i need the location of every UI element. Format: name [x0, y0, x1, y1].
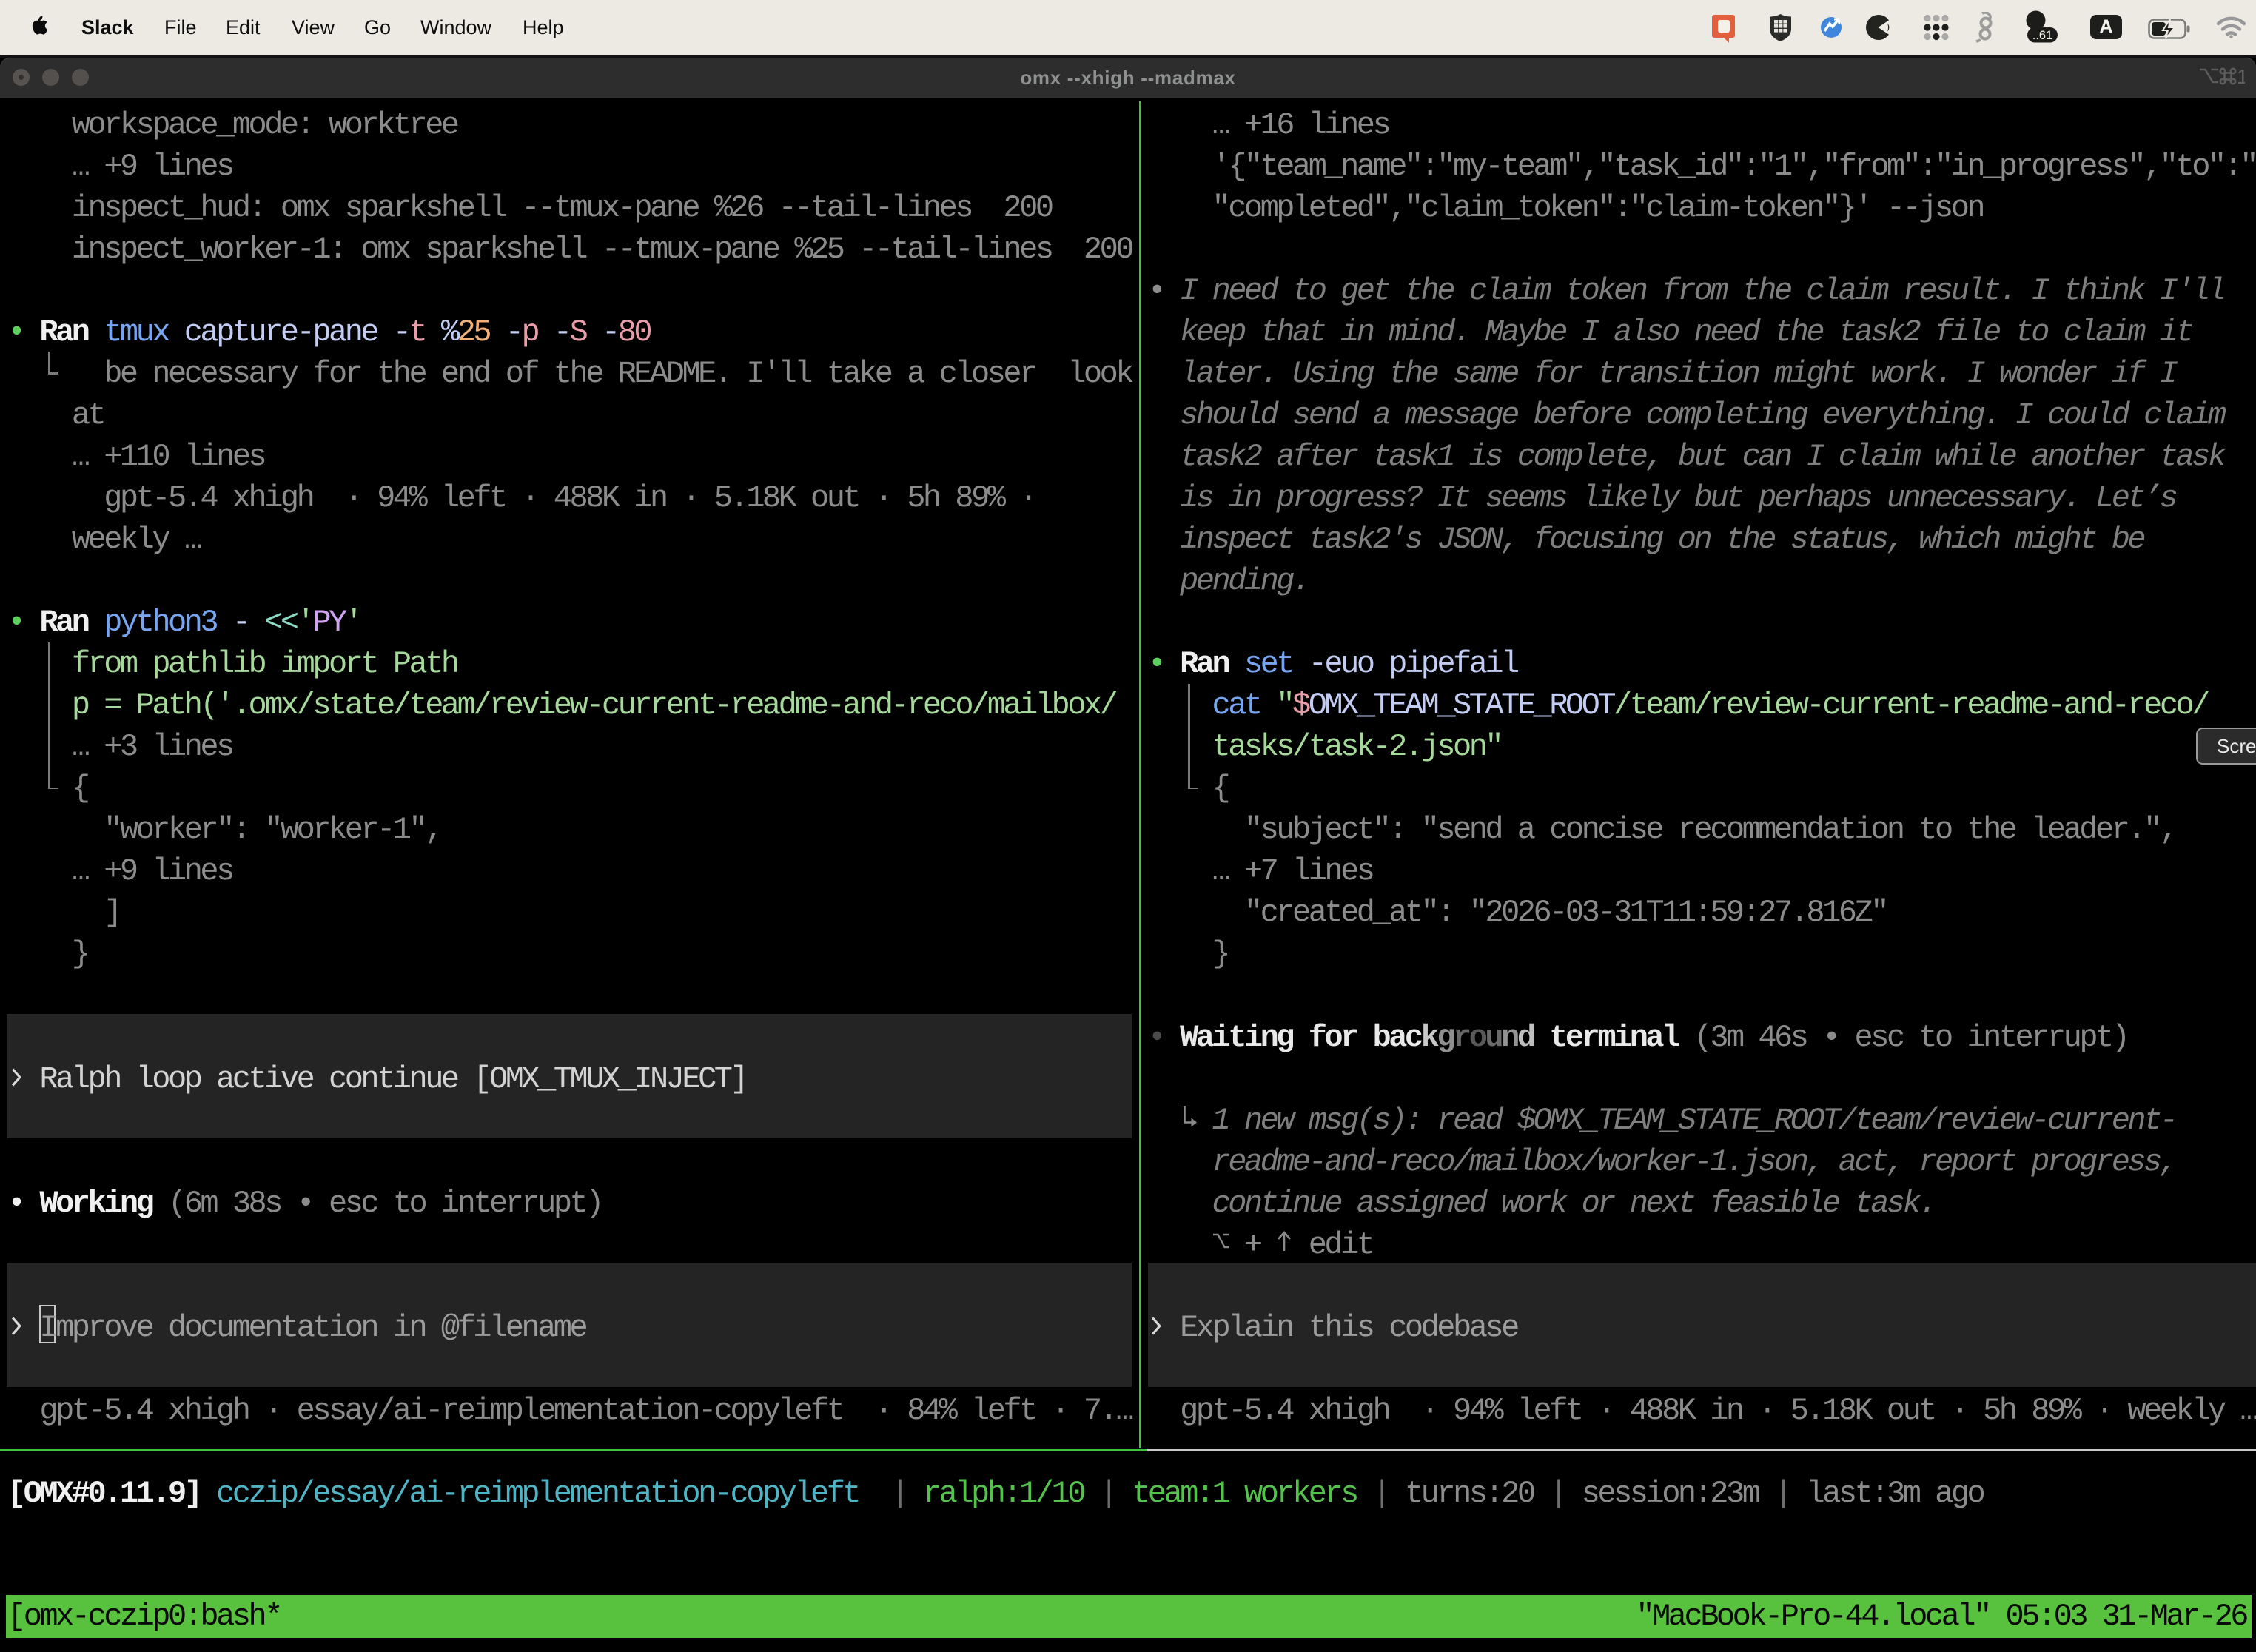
- svg-text:..61: ..61: [2032, 29, 2053, 42]
- svg-text:1: 1: [2237, 67, 2245, 86]
